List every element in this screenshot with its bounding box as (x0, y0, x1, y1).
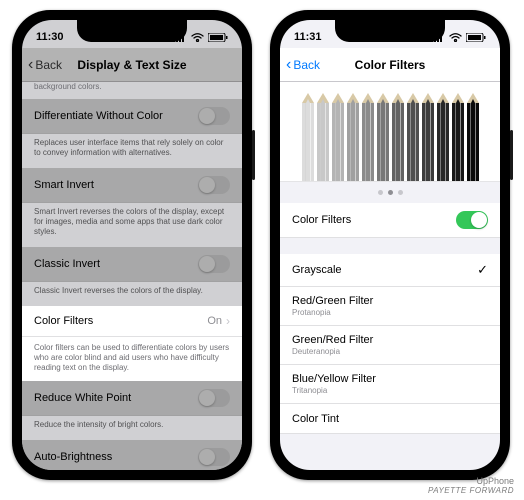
pencil (450, 93, 465, 181)
filter-options-list: Grayscale✓Red/Green FilterProtanopiaGree… (280, 254, 500, 434)
filter-option-row[interactable]: Grayscale ✓ (280, 254, 500, 287)
toggle-switch[interactable] (198, 255, 230, 273)
page-dot[interactable] (378, 190, 383, 195)
nav-title: Display & Text Size (77, 58, 186, 72)
phone-display-text-size: 11:30 ‹ Back Display & Text Size backgro… (12, 10, 252, 480)
row-subtitle: Deuteranopia (292, 347, 373, 356)
battery-icon (208, 33, 228, 42)
setting-row-auto-brightness: Auto-Brightness Turning off auto-brightn… (22, 440, 242, 470)
section-footer: Smart Invert reverses the colors of the … (22, 203, 242, 247)
setting-row-reduce-white-point: Reduce White Point Reduce the intensity … (22, 381, 242, 440)
notch (335, 20, 445, 42)
section-footer: background colors. (22, 82, 242, 99)
status-time: 11:30 (36, 31, 64, 43)
toggle-switch[interactable] (198, 389, 230, 407)
toggle-switch[interactable] (198, 448, 230, 466)
setting-row-classic-invert: Classic Invert Classic Invert reverses t… (22, 247, 242, 306)
filter-option-row[interactable]: Red/Green FilterProtanopia (280, 287, 500, 326)
status-time: 11:31 (294, 31, 322, 43)
pencil (345, 93, 360, 181)
wifi-icon (449, 33, 462, 42)
nav-bar: ‹ Back Display & Text Size (22, 48, 242, 82)
page-indicator[interactable] (280, 182, 500, 203)
nav-back-label: Back (293, 58, 320, 72)
link-row[interactable]: Color Filters On › (22, 306, 242, 337)
battery-icon (466, 33, 486, 42)
checkmark-icon: ✓ (477, 262, 488, 278)
settings-list[interactable]: background colors. Differentiate Without… (22, 82, 242, 470)
row-value: On (207, 315, 222, 327)
row-subtitle: Tritanopia (292, 386, 376, 395)
watermark: UpPhone PAYETTE FORWARD (428, 477, 514, 496)
color-filters-content[interactable]: Color Filters Grayscale ✓ Red/Green Filter… (280, 82, 500, 470)
pencil (420, 93, 435, 181)
pencil (390, 93, 405, 181)
pencil (465, 93, 480, 181)
toggle-row[interactable]: Reduce White Point (22, 381, 242, 416)
toggle-row[interactable]: Auto-Brightness (22, 440, 242, 470)
notch (77, 20, 187, 42)
toggle-switch[interactable] (198, 107, 230, 125)
row-title: Differentiate Without Color (34, 110, 163, 122)
pencil (405, 93, 420, 181)
filter-option-row[interactable]: Blue/Yellow FilterTritanopia (280, 365, 500, 404)
pencil (435, 93, 450, 181)
row-title: Red/Green Filter (292, 295, 373, 307)
section-footer: Color filters can be used to differentia… (22, 337, 242, 381)
nav-title: Color Filters (355, 58, 426, 72)
row-title: Color Filters (34, 315, 93, 327)
wifi-icon (191, 33, 204, 42)
pencil (375, 93, 390, 181)
filter-option-row[interactable]: Color Tint (280, 404, 500, 434)
filter-option-row[interactable]: Green/Red FilterDeuteranopia (280, 326, 500, 365)
chevron-right-icon: › (226, 314, 230, 328)
master-toggle-row[interactable]: Color Filters (280, 203, 500, 238)
section-footer: Reduce the intensity of bright colors. (22, 416, 242, 440)
nav-back-label: Back (35, 58, 62, 72)
pencil (300, 93, 315, 181)
row-title: Smart Invert (34, 179, 94, 191)
row-title: Reduce White Point (34, 392, 131, 404)
row-title: Blue/Yellow Filter (292, 373, 376, 385)
row-subtitle: Protanopia (292, 308, 373, 317)
nav-back-button[interactable]: ‹ Back (28, 58, 62, 72)
section-footer: Replaces user interface items that rely … (22, 134, 242, 168)
row-title: Color Filters (292, 214, 351, 226)
pencil (360, 93, 375, 181)
row-title: Auto-Brightness (34, 451, 112, 463)
row-title: Grayscale (292, 264, 342, 276)
nav-bar: ‹ Back Color Filters (280, 48, 500, 82)
toggle-row[interactable]: Classic Invert (22, 247, 242, 282)
setting-row-color-filters: Color Filters On › Color filters can be … (22, 306, 242, 381)
row-title: Green/Red Filter (292, 334, 373, 346)
setting-row-smart-invert: Smart Invert Smart Invert reverses the c… (22, 168, 242, 247)
setting-row-differentiate: Differentiate Without Color Replaces use… (22, 99, 242, 168)
row-title: Color Tint (292, 413, 339, 425)
toggle-switch[interactable] (456, 211, 488, 229)
pencil (330, 93, 345, 181)
pencil-preview[interactable] (280, 82, 500, 182)
page-dot[interactable] (398, 190, 403, 195)
row-title: Classic Invert (34, 258, 100, 270)
toggle-row[interactable]: Differentiate Without Color (22, 99, 242, 134)
toggle-switch[interactable] (198, 176, 230, 194)
pencil (315, 93, 330, 181)
watermark-line2: PAYETTE FORWARD (428, 487, 514, 496)
phone-color-filters: 11:31 ‹ Back Color Filters (270, 10, 510, 480)
page-dot[interactable] (388, 190, 393, 195)
nav-back-button[interactable]: ‹ Back (286, 58, 320, 72)
toggle-row[interactable]: Smart Invert (22, 168, 242, 203)
section-footer: Classic Invert reverses the colors of th… (22, 282, 242, 306)
